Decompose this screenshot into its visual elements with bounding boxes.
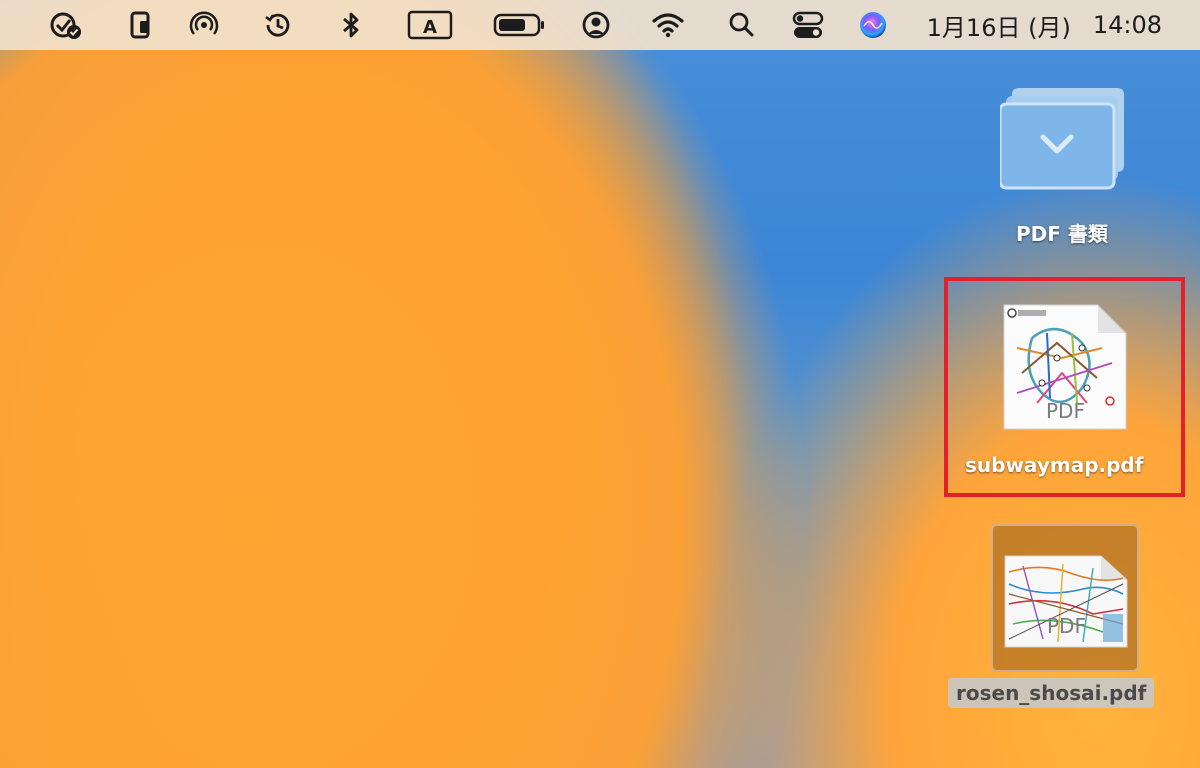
menu-bar-date: 1月16日 (月) — [926, 13, 1071, 42]
battery-icon[interactable] — [490, 9, 548, 41]
input-source-letter: A — [423, 17, 437, 38]
desktop-stack-pdf[interactable]: PDF 書類 — [960, 72, 1180, 252]
time-machine-icon[interactable] — [260, 9, 296, 41]
menu-bar-time: 14:08 — [1092, 11, 1162, 39]
stack-folder-icon — [1000, 88, 1124, 190]
task-check-icon[interactable] — [48, 9, 84, 41]
airdrop-icon[interactable] — [186, 9, 222, 41]
desktop-file-rosen-shosai[interactable]: PDF rosen_shosai.pdf — [945, 522, 1190, 717]
highlight-box — [944, 277, 1185, 497]
pdf-file-icon: PDF — [1003, 554, 1129, 649]
input-source-icon[interactable]: A — [406, 9, 454, 41]
siri-icon[interactable] — [855, 9, 891, 41]
spotlight-search-icon[interactable] — [724, 9, 760, 41]
user-account-icon[interactable] — [578, 9, 614, 41]
wifi-icon[interactable] — [650, 9, 686, 41]
desktop-item-label: PDF 書類 — [1016, 222, 1108, 246]
control-center-icon[interactable] — [790, 9, 826, 41]
bluetooth-icon[interactable] — [333, 9, 369, 41]
menu-bar-clock[interactable]: 1月16日 (月) 14:08 — [926, 9, 1162, 42]
desktop-item-label: rosen_shosai.pdf — [948, 678, 1155, 708]
menu-bar: A 1月16日 (月) 14:08 — [0, 0, 1200, 50]
handoff-device-icon[interactable] — [122, 9, 158, 41]
pdf-badge: PDF — [1047, 614, 1086, 638]
